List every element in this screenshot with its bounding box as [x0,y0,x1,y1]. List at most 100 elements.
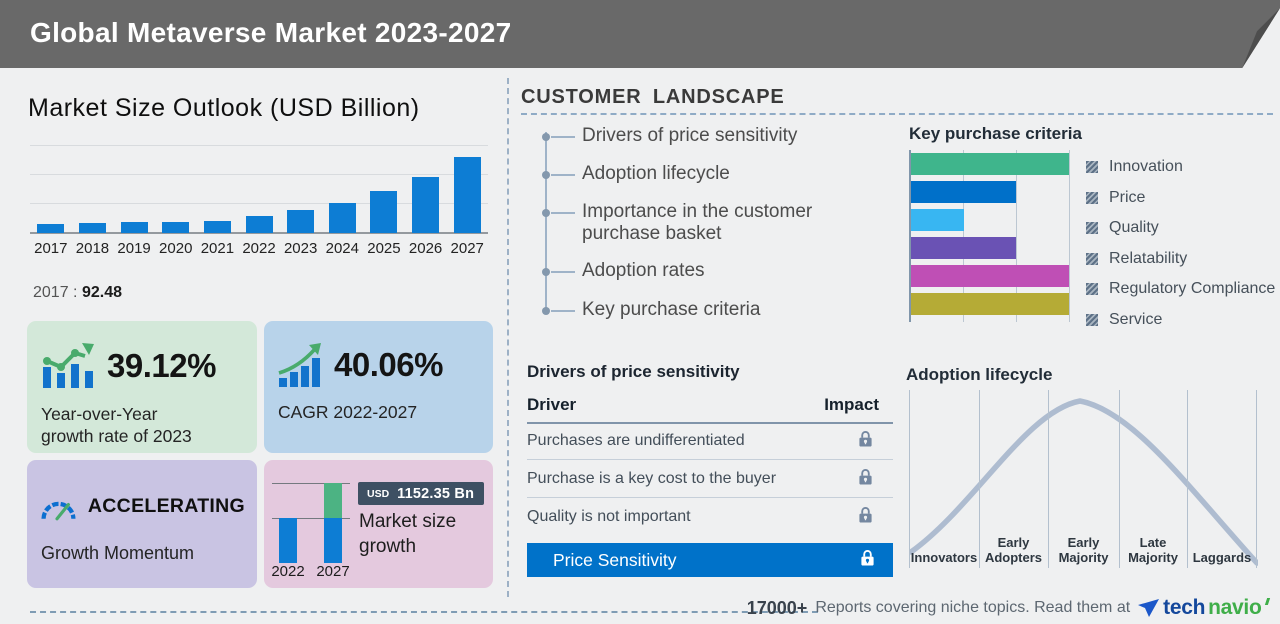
list-bullet-dot [542,133,550,141]
kpc-bar-service [911,293,1069,315]
market-size-bar-2020 [162,222,189,233]
report-count: 17000+ [747,598,808,619]
lifecycle-gridline [909,390,910,568]
legend-label: Innovation [1109,158,1183,176]
legend-item: Quality [1086,213,1275,244]
yoy-growth-card: 39.12% Year-over-Year growth rate of 202… [27,321,257,453]
growth-arrow-icon [277,341,323,389]
lifecycle-stage-label: EarlyMajority [1048,536,1119,566]
vertical-divider [507,78,509,597]
technavio-logo[interactable]: technavio [1138,596,1268,620]
list-connector [551,271,575,273]
market-size-bar-2023 [287,210,314,233]
lock-icon [860,548,875,567]
lifecycle-stage-label: LateMajority [1119,536,1187,566]
key-purchase-criteria-chart [909,150,1070,322]
market-size-bar-slot [405,177,447,233]
customer-landscape-item: Drivers of price sensitivity [582,125,862,147]
header-bar: Global Metaverse Market 2023-2027 [0,0,1280,68]
lifecycle-gridline [1187,390,1188,568]
column-impact: Impact [824,395,879,415]
lock-icon [858,429,873,448]
market-size-bar-2026 [412,177,439,233]
driver-row: Quality is not important [527,498,893,536]
market-size-bar-slot [363,191,405,233]
growth-year-start: 2022 [269,563,307,580]
legend-hatch-marker [1086,161,1098,173]
adoption-lifecycle-chart: InnovatorsEarlyAdoptersEarlyMajorityLate… [909,390,1258,568]
growth-momentum-card: ACCELERATING Growth Momentum [27,460,257,588]
legend-item: Regulatory Compliance [1086,274,1275,305]
market-size-bar-slot [321,203,363,233]
driver-row: Purchase is a key cost to the buyer [527,460,893,498]
x-axis-label: 2019 [113,240,155,257]
customer-landscape-item: Adoption rates [582,260,862,282]
x-axis-label: 2026 [405,240,447,257]
price-sensitivity-table-title: Drivers of price sensitivity [527,362,740,382]
key-purchase-criteria-title: Key purchase criteria [909,124,1082,144]
impact-lock [858,429,873,453]
market-size-bar-slot [30,224,72,233]
list-bullet-dot [542,268,550,276]
cagr-caption: CAGR 2022-2027 [264,389,493,423]
legend-item: Relatability [1086,244,1275,275]
growth-bar-2022 [279,518,297,563]
market-size-bar-2022 [246,216,273,233]
momentum-status: ACCELERATING [88,495,245,518]
growth-bar-2027-delta [324,483,342,518]
momentum-caption: Growth Momentum [27,526,257,565]
market-size-bar-2025 [370,191,397,233]
table-header: Driver Impact [527,395,893,424]
list-bullet-dot [542,209,550,217]
impact-lock [858,467,873,491]
footer-dashed-line [30,611,818,613]
lifecycle-gridline [1256,390,1257,568]
lifecycle-stage-label: Innovators [909,551,979,566]
yoy-growth-caption: Year-over-Year growth rate of 2023 [27,391,257,448]
legend-item: Service [1086,305,1275,336]
legend-hatch-marker [1086,192,1098,204]
customer-landscape-item: Adoption lifecycle [582,163,862,185]
kpc-bar-quality [911,209,964,231]
lifecycle-stage-label: EarlyAdopters [979,536,1048,566]
market-size-growth-card: 2022 2027 USD 1152.35 Bn Market size gro… [264,460,493,588]
legend-label: Regulatory Compliance [1109,280,1275,298]
kpc-bar-relatability [911,237,1016,259]
legend-item: Price [1086,183,1275,214]
customer-landscape-title: CUSTOMER LANDSCAPE [521,86,785,109]
x-axis-label: 2020 [155,240,197,257]
market-size-bar-2019 [121,222,148,233]
base-year-note: 2017 : 92.48 [33,284,122,302]
x-axis-label: 2018 [72,240,114,257]
legend-label: Price [1109,189,1145,207]
market-size-bar-2018 [79,223,106,233]
adoption-lifecycle-title: Adoption lifecycle [906,365,1052,385]
list-bullet-dot [542,171,550,179]
x-axis-label: 2025 [363,240,405,257]
kpc-bar-regulatory-compliance [911,265,1069,287]
list-bullet-dot [542,307,550,315]
page-title: Global Metaverse Market 2023-2027 [30,0,512,66]
x-axis-label: 2021 [197,240,239,257]
growth-bar-2027 [324,518,342,563]
legend-hatch-marker [1086,222,1098,234]
folded-corner-decoration [1234,0,1280,68]
cagr-value: 40.06% [334,346,443,384]
footer: 17000+ Reports covering niche topics. Re… [747,594,1268,622]
market-size-bar-slot [155,222,197,233]
footer-text: Reports covering niche topics. Read them… [815,599,1130,617]
market-size-bar-slot [446,157,488,233]
speedometer-icon [40,486,77,526]
driver-label: Purchases are undifferentiated [527,432,745,450]
legend-item: Innovation [1086,152,1275,183]
market-size-bar-2027 [454,157,481,233]
market-size-bar-slot [238,216,280,233]
market-size-x-axis-labels: 2017201820192020202120222023202420252026… [30,240,488,257]
market-size-bar-2024 [329,203,356,233]
column-driver: Driver [527,395,576,415]
list-spine [545,132,547,314]
price-sensitivity-highlight-row: Price Sensitivity [527,543,893,577]
lifecycle-stage-label: Laggards [1187,551,1257,566]
kpc-bar-price [911,181,1016,203]
legend-hatch-marker [1086,283,1098,295]
